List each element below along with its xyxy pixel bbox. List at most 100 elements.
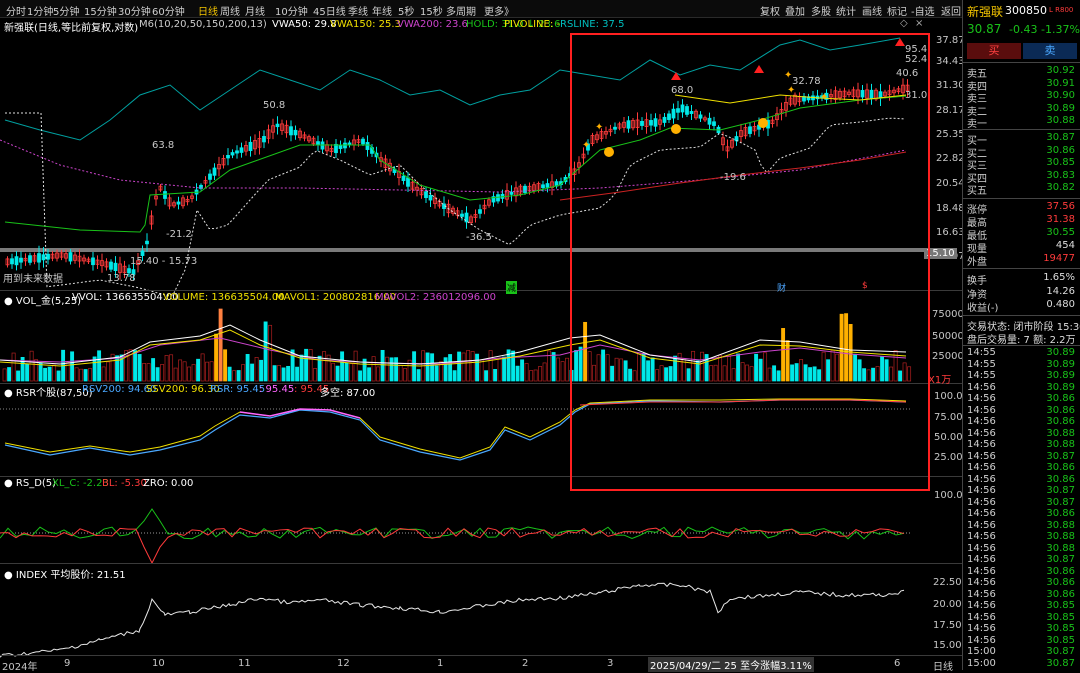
- tick-row[interactable]: 14:56 30.87: [967, 497, 1079, 509]
- period-tab[interactable]: 日线: [198, 3, 218, 18]
- event-marker-jian[interactable]: 减: [506, 281, 518, 294]
- period-tab[interactable]: 5分钟: [53, 3, 79, 18]
- tick-row[interactable]: 14:56 30.87: [967, 451, 1079, 463]
- stat-row: 最高 31.38: [967, 214, 1079, 229]
- tick-row[interactable]: 14:56 30.88: [967, 543, 1079, 555]
- tick-time: 14:55: [967, 347, 996, 358]
- period-tab[interactable]: 5秒: [398, 3, 414, 18]
- volume-bar: [529, 370, 534, 382]
- tick-row[interactable]: 15:00 30.87: [967, 646, 1079, 658]
- stat-row-value: 454: [1055, 240, 1075, 251]
- tick-row[interactable]: 15:00 30.87: [967, 658, 1079, 670]
- volume-bar: [331, 362, 336, 382]
- tick-row[interactable]: 14:56 30.88: [967, 520, 1079, 532]
- candle: [361, 138, 365, 145]
- period-tab[interactable]: 15分钟: [84, 3, 117, 18]
- volume-label: VOLUME: 136635504.00: [163, 292, 285, 303]
- period-tab[interactable]: 分时: [6, 3, 26, 18]
- volume-bar: [268, 324, 273, 382]
- period-tab[interactable]: 15秒: [420, 3, 443, 18]
- candle: [226, 154, 230, 159]
- period-tab[interactable]: 30分钟: [118, 3, 151, 18]
- tick-row[interactable]: 14:55 30.89: [967, 370, 1079, 382]
- volume-bar: [461, 352, 466, 382]
- tick-row[interactable]: 14:56 30.86: [967, 405, 1079, 417]
- ask-level: 卖二 30.89: [967, 103, 1079, 118]
- x-tick: 9: [64, 658, 71, 669]
- tick-row[interactable]: 14:56 30.89: [967, 382, 1079, 394]
- period-tab[interactable]: 10分钟: [275, 3, 308, 18]
- volume-bar: [484, 370, 489, 382]
- stat-row-label: 收益(-): [967, 303, 999, 314]
- volume-bar: [200, 353, 205, 382]
- candle: [37, 253, 41, 263]
- tick-row[interactable]: 14:55 30.89: [967, 359, 1079, 371]
- tool-button[interactable]: 统计: [836, 3, 856, 18]
- tick-row[interactable]: 14:56 30.86: [967, 508, 1079, 520]
- volume-bar: [254, 357, 259, 382]
- tick-row[interactable]: 14:56 30.87: [967, 554, 1079, 566]
- volume-bar: [97, 350, 102, 382]
- tick-row[interactable]: 14:56 30.86: [967, 577, 1079, 589]
- tick-time: 14:56: [967, 393, 996, 404]
- y-tick: 34.43: [936, 56, 965, 67]
- tool-button[interactable]: 标记: [887, 3, 907, 18]
- tick-time: 14:56: [967, 531, 996, 542]
- candle: [176, 201, 181, 205]
- tick-row[interactable]: 14:56 30.88: [967, 531, 1079, 543]
- tick-price: 30.89: [1046, 347, 1075, 358]
- tick-row[interactable]: 14:56 30.88: [967, 428, 1079, 440]
- tick-row[interactable]: 14:56 30.86: [967, 474, 1079, 486]
- period-tab[interactable]: 多周期: [446, 3, 476, 18]
- tick-row[interactable]: 14:56 30.86: [967, 462, 1079, 474]
- candle: [541, 184, 545, 189]
- tick-row[interactable]: 14:56 30.86: [967, 393, 1079, 405]
- rsd-title: ● RS_D(5): [4, 478, 57, 489]
- period-tab[interactable]: 周线: [220, 3, 240, 18]
- volume-bar: [25, 363, 30, 382]
- volume-bar: [430, 353, 435, 382]
- candle: [113, 262, 118, 272]
- stat-row: 净资 14.26: [967, 286, 1079, 301]
- tick-row[interactable]: 14:56 30.85: [967, 600, 1079, 612]
- tick-row[interactable]: 14:56 30.86: [967, 416, 1079, 428]
- tick-row[interactable]: 14:56 30.86: [967, 589, 1079, 601]
- tick-row[interactable]: 14:56 30.85: [967, 635, 1079, 647]
- candle: [401, 175, 406, 181]
- period-tab[interactable]: 年线: [372, 3, 392, 18]
- period-tab[interactable]: 1分钟: [27, 3, 53, 18]
- tick-row[interactable]: 14:56 30.85: [967, 623, 1079, 635]
- candle: [424, 191, 428, 199]
- tool-button[interactable]: -自选: [911, 3, 935, 18]
- volume-bar: [398, 364, 403, 382]
- tool-button[interactable]: 叠加: [785, 3, 805, 18]
- y-tick: 17.50: [933, 620, 962, 631]
- tool-button[interactable]: 多股: [811, 3, 831, 18]
- period-tab[interactable]: 60分钟: [152, 3, 185, 18]
- tool-button[interactable]: 画线: [862, 3, 882, 18]
- stat-row-value: 30.55: [1046, 227, 1075, 238]
- tick-row[interactable]: 14:56 30.86: [967, 566, 1079, 578]
- period-tab[interactable]: 月线: [245, 3, 265, 18]
- zro-label: ZRO: 0.00: [143, 478, 194, 489]
- tick-price: 30.88: [1046, 439, 1075, 450]
- period-tab[interactable]: 季线: [348, 3, 368, 18]
- candle: [230, 152, 235, 156]
- tool-button[interactable]: 返回: [941, 3, 961, 18]
- y-tick: 31.30: [936, 80, 965, 91]
- candle: [14, 256, 19, 266]
- tick-row[interactable]: 14:56 30.87: [967, 485, 1079, 497]
- tick-row[interactable]: 14:56 30.88: [967, 439, 1079, 451]
- tool-button[interactable]: 复权: [760, 3, 780, 18]
- buy-button[interactable]: 买: [967, 43, 1021, 59]
- tick-row[interactable]: 14:56 30.85: [967, 612, 1079, 624]
- period-tab[interactable]: 45日线: [313, 3, 346, 18]
- bl-label: BL: -5.30: [102, 478, 147, 489]
- price-annotation: 13.78: [107, 273, 136, 284]
- period-tab[interactable]: 更多》: [484, 3, 514, 18]
- volume-bar: [56, 370, 61, 382]
- tick-time: 14:56: [967, 473, 996, 485]
- tick-row[interactable]: 14:55 30.89: [967, 347, 1079, 359]
- sell-button[interactable]: 卖: [1023, 43, 1077, 59]
- tick-price: 30.86: [1046, 416, 1075, 427]
